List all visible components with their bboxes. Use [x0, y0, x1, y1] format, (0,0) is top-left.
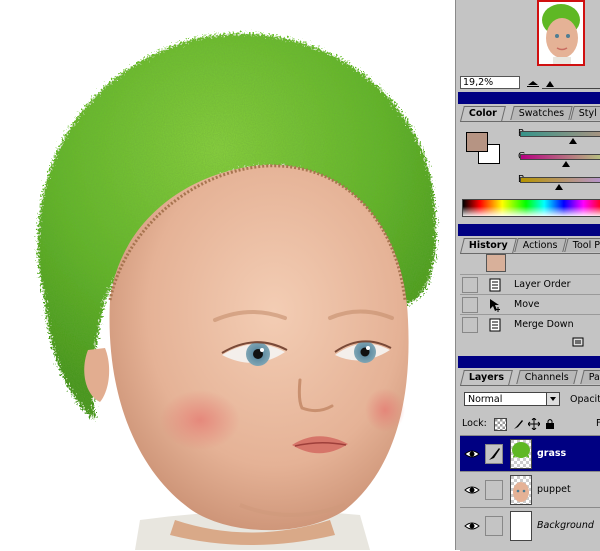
layer-row-background[interactable]: Background [460, 507, 600, 544]
palette-column: 19,2% Color Swatches Styl R G B History … [455, 0, 600, 551]
channel-b-ramp[interactable] [520, 177, 600, 183]
zoom-slider[interactable] [542, 80, 600, 89]
layer-name: puppet [537, 484, 571, 495]
history-step-icon [489, 318, 501, 332]
blend-mode-value: Normal [468, 394, 503, 405]
layer-row-grass[interactable]: grass [460, 435, 600, 472]
navigator-preview-image [542, 4, 580, 64]
channel-b-slider-thumb[interactable] [555, 184, 563, 190]
color-panel-tabs: Color Swatches Styl [460, 106, 600, 121]
history-source-box[interactable] [462, 317, 478, 333]
history-step-label: Merge Down [514, 319, 574, 330]
history-snapshot-row[interactable] [460, 254, 600, 272]
history-source-box[interactable] [462, 277, 478, 293]
layer-visibility-toggle[interactable] [462, 444, 482, 464]
history-panel-titlebar[interactable] [458, 224, 600, 236]
eye-icon [464, 522, 480, 530]
chevron-down-icon [546, 393, 559, 405]
blend-mode-select[interactable]: Normal [464, 392, 560, 406]
tab-styles[interactable]: Styl [570, 106, 600, 120]
tab-swatches[interactable]: Swatches [510, 106, 574, 120]
eye-icon [464, 450, 480, 458]
move-tool-icon [490, 299, 500, 312]
lock-transparency-icon[interactable] [494, 418, 507, 431]
lock-all-icon[interactable] [544, 418, 556, 430]
tab-paths[interactable]: Pat [580, 370, 600, 384]
tab-color[interactable]: Color [460, 106, 506, 121]
layer-thumbnail-grass [510, 439, 532, 469]
history-step-label: Layer Order [514, 279, 571, 290]
layer-link-toggle[interactable] [485, 516, 503, 536]
layer-visibility-toggle[interactable] [462, 516, 482, 536]
color-panel-body: R G B [460, 121, 600, 222]
channel-g-slider-thumb[interactable] [562, 161, 570, 167]
color-spectrum-bar[interactable] [462, 199, 600, 217]
eye-icon [464, 486, 480, 494]
lock-label: Lock: [462, 418, 487, 429]
fill-label: F [596, 418, 600, 429]
layers-panel-tabs: Layers Channels Pat [460, 370, 600, 385]
channel-g-ramp[interactable] [520, 154, 600, 160]
layer-thumbnail-background [510, 511, 532, 541]
layer-link-toggle[interactable] [485, 480, 503, 500]
zoom-level-field[interactable]: 19,2% [460, 76, 520, 89]
tab-tool-presets[interactable]: Tool Pr [564, 238, 600, 252]
new-document-icon [572, 337, 584, 347]
history-step-label: Move [514, 299, 540, 310]
doll-grass-artwork [37, 33, 436, 550]
navigator-thumbnail[interactable] [537, 0, 585, 66]
layer-name: grass [537, 448, 567, 459]
history-step-row[interactable]: Move [460, 294, 600, 315]
layer-thumbnail-puppet [510, 475, 532, 505]
layer-row-puppet[interactable]: puppet [460, 471, 600, 508]
history-panel-tabs: History Actions Tool Pr [460, 238, 600, 253]
foreground-color-swatch[interactable] [466, 132, 488, 152]
history-snapshot-thumbnail [486, 254, 506, 272]
layer-visibility-toggle[interactable] [462, 480, 482, 500]
zoom-out-icon [527, 81, 539, 87]
tab-actions[interactable]: Actions [514, 238, 567, 252]
lock-position-icon[interactable] [528, 418, 540, 430]
tab-history[interactable]: History [460, 238, 517, 253]
brush-icon [489, 448, 500, 460]
history-step-row[interactable]: Merge Down [460, 314, 600, 335]
layer-link-toggle[interactable] [485, 444, 503, 464]
zoom-out-button[interactable] [526, 76, 540, 88]
color-panel-titlebar[interactable] [458, 92, 600, 104]
opacity-label: Opacit [570, 394, 600, 405]
channel-r-slider-thumb[interactable] [569, 138, 577, 144]
lock-image-icon[interactable] [512, 418, 524, 430]
zoom-slider-thumb[interactable] [546, 81, 554, 87]
channel-r-ramp[interactable] [520, 131, 600, 137]
history-new-document-button[interactable] [572, 337, 584, 347]
history-step-icon [489, 278, 501, 292]
tab-layers[interactable]: Layers [460, 370, 514, 385]
layers-panel-titlebar[interactable] [458, 356, 600, 368]
layer-name: Background [537, 520, 594, 531]
history-source-box[interactable] [462, 297, 478, 313]
document-canvas[interactable] [0, 0, 455, 550]
history-step-row[interactable]: Layer Order [460, 274, 600, 295]
tab-channels[interactable]: Channels [516, 370, 578, 384]
